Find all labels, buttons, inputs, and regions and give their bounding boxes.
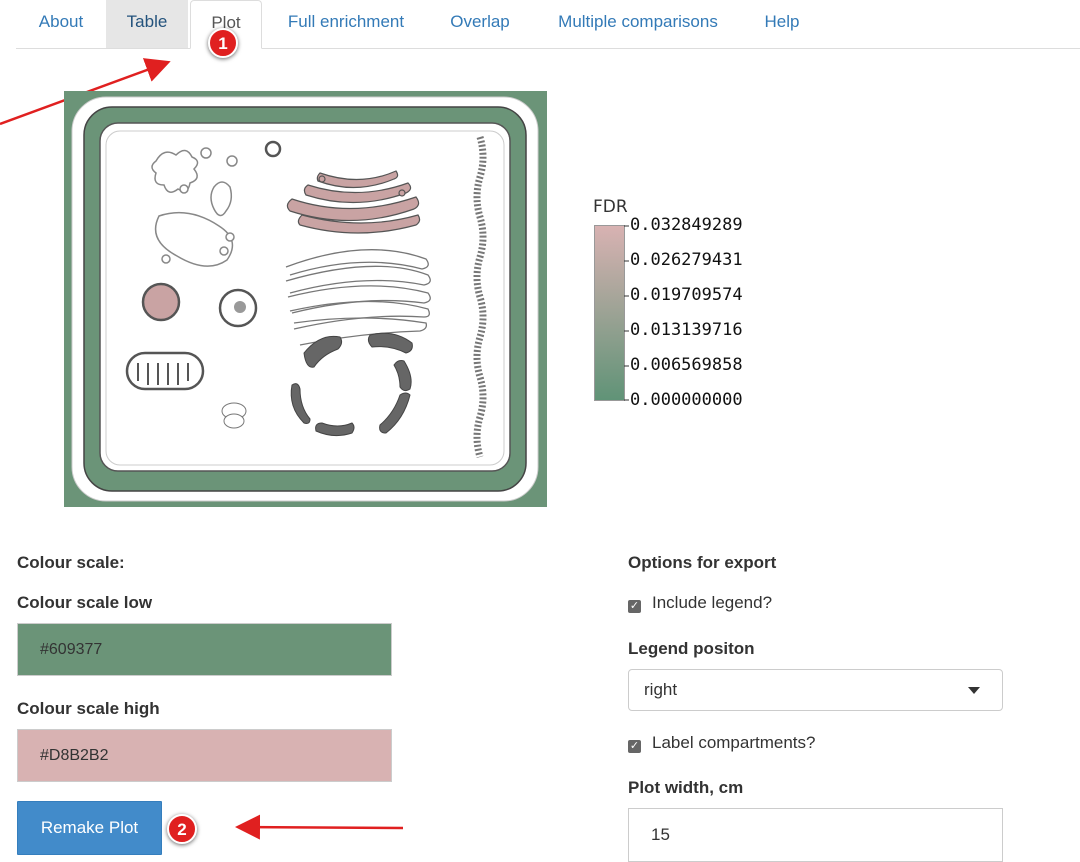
legend-tick-label: 0.013139716	[630, 320, 743, 340]
legend-colorbar	[594, 225, 625, 401]
colour-scale-heading: Colour scale:	[17, 553, 125, 572]
colour-low-label: Colour scale low	[17, 593, 153, 612]
legend-tick-label: 0.032849289	[630, 215, 743, 235]
checkbox-checked-icon: ✓	[628, 600, 641, 613]
legend-tick-label: 0.019709574	[630, 285, 743, 305]
legend-tick-label: 0.000000000	[630, 390, 743, 410]
legend-tick-label: 0.006569858	[630, 355, 743, 375]
label-compartments-label: Label compartments?	[652, 733, 816, 752]
colour-high-label: Colour scale high	[17, 699, 160, 718]
colour-high-input[interactable]: #D8B2B2	[17, 729, 392, 782]
peroxisome	[264, 140, 282, 158]
colour-low-input[interactable]: #609377	[17, 623, 392, 676]
label-compartments-checkbox[interactable]: ✓ Label compartments?	[628, 733, 815, 753]
checkbox-checked-icon: ✓	[628, 740, 641, 753]
include-legend-checkbox[interactable]: ✓ Include legend?	[628, 593, 772, 613]
legend-position-value: right	[644, 680, 678, 699]
legend-title: FDR	[593, 197, 628, 217]
legend-position-label: Legend positon	[628, 639, 755, 658]
legend-position-select[interactable]: right	[628, 669, 1003, 711]
legend-tick-label: 0.026279431	[630, 250, 743, 270]
include-legend-label: Include legend?	[652, 593, 773, 612]
export-options-heading: Options for export	[628, 553, 777, 572]
annotation-badge-1: 1	[208, 28, 238, 58]
chevron-down-icon	[968, 687, 980, 694]
plot-width-input[interactable]: 15	[628, 808, 1003, 862]
plot-width-label: Plot width, cm	[628, 778, 744, 797]
arrow-to-remake-button	[235, 814, 404, 840]
vacuole	[141, 282, 181, 322]
annotation-badge-2: 2	[167, 814, 197, 844]
centriole	[234, 301, 246, 313]
vesicle-2	[223, 413, 245, 429]
cell-plot	[64, 91, 547, 507]
remake-plot-button[interactable]: Remake Plot	[17, 801, 162, 855]
